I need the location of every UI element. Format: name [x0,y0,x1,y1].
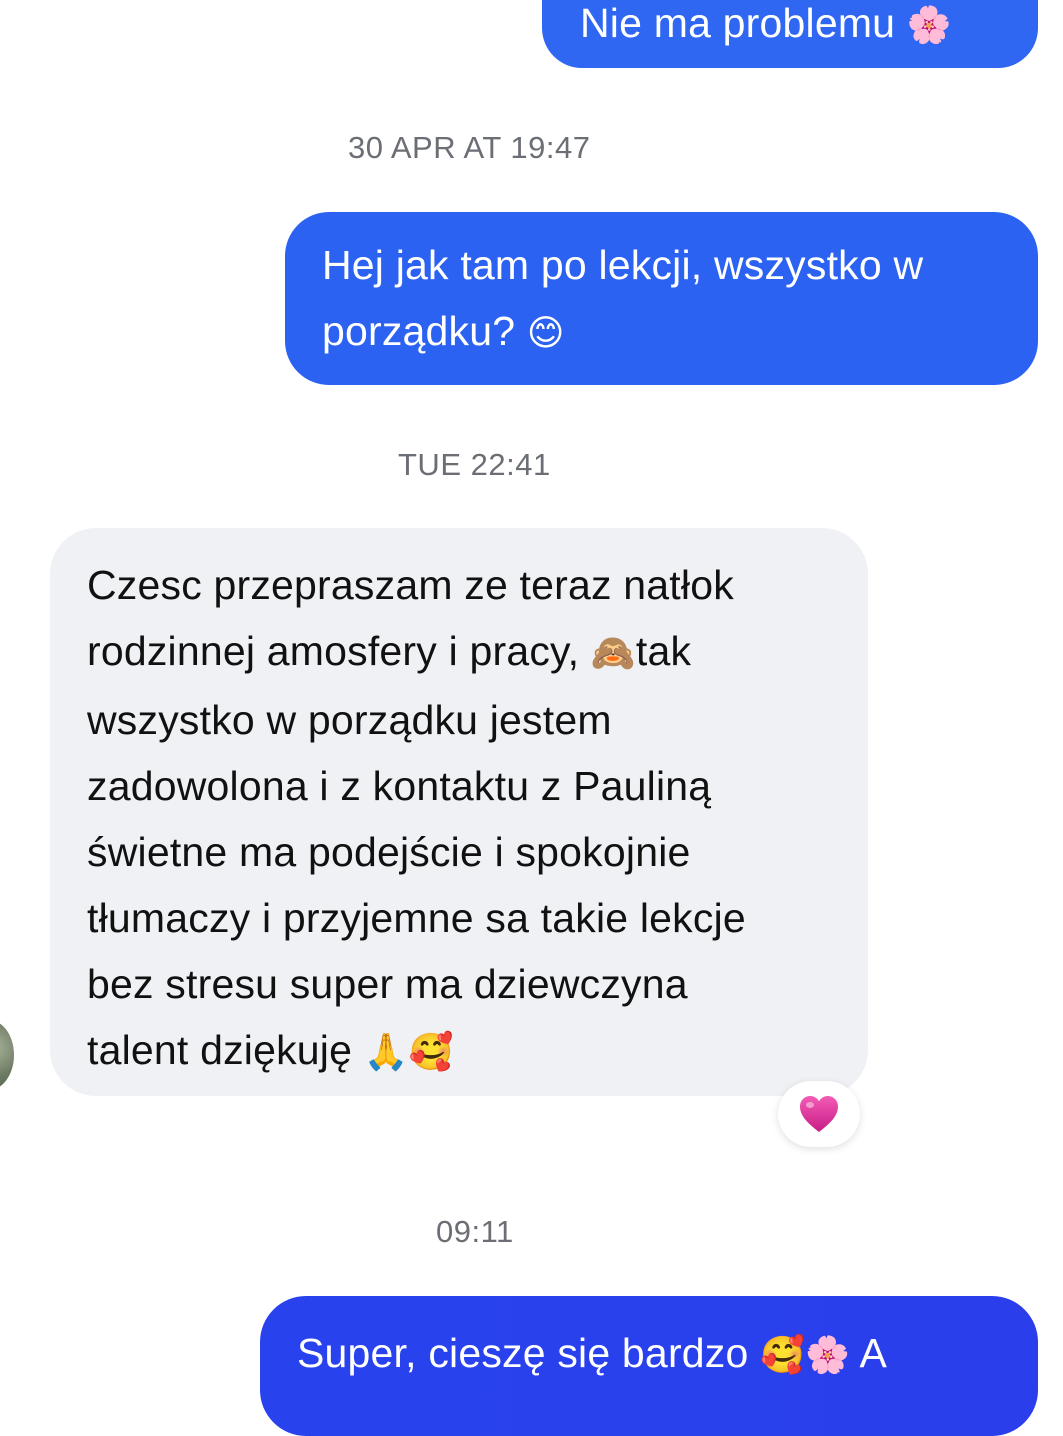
message-text-line: tłumaczy i przyjemne sa takie lekcje [87,895,746,941]
outgoing-message-bubble[interactable]: Nie ma problemu 🌸 [542,0,1038,68]
message-text-line: porządku? 😊 [322,308,565,354]
folded-hands-smiling-hearts-emoji: 🙏🥰 [363,1032,454,1073]
message-text-line: wszystko w porządku jestem [87,697,612,743]
message-text: Nie ma problemu 🌸 [580,0,952,46]
see-no-evil-monkey-emoji: 🙈 [590,633,636,674]
message-text: Super, cieszę się bardzo 🥰🌸 A [297,1330,888,1376]
incoming-message-bubble[interactable]: Czesc przepraszam ze teraz natłok rodzin… [50,528,868,1096]
contact-avatar[interactable] [0,1020,14,1090]
timestamp: TUE 22:41 [398,447,551,482]
message-text-line: Hej jak tam po lekcji, wszystko w [322,242,924,288]
message-text-line: bez stresu super ma dziewczyna [87,961,688,1007]
smiling-hearts-cherry-blossom-emoji: 🥰🌸 [760,1335,851,1376]
smiling-face-emoji: 😊 [526,313,565,354]
pink-heart-icon [800,1096,838,1132]
outgoing-message-bubble[interactable]: Super, cieszę się bardzo 🥰🌸 A [260,1296,1038,1436]
timestamp: 09:11 [436,1214,514,1249]
message-reaction[interactable] [778,1081,860,1147]
message-text-line: świetne ma podejście i spokojnie [87,829,691,875]
cherry-blossom-emoji: 🌸 [906,5,952,46]
message-text-line: talent dziękuję 🙏🥰 [87,1027,454,1073]
timestamp: 30 APR AT 19:47 [348,130,591,165]
message-text-line: Czesc przepraszam ze teraz natłok [87,562,734,608]
message-text-line: rodzinnej amosfery i pracy, 🙈tak [87,628,692,674]
message-text-line: zadowolona i z kontaktu z Pauliną [87,763,712,809]
outgoing-message-bubble[interactable]: Hej jak tam po lekcji, wszystko w porząd… [285,212,1038,385]
